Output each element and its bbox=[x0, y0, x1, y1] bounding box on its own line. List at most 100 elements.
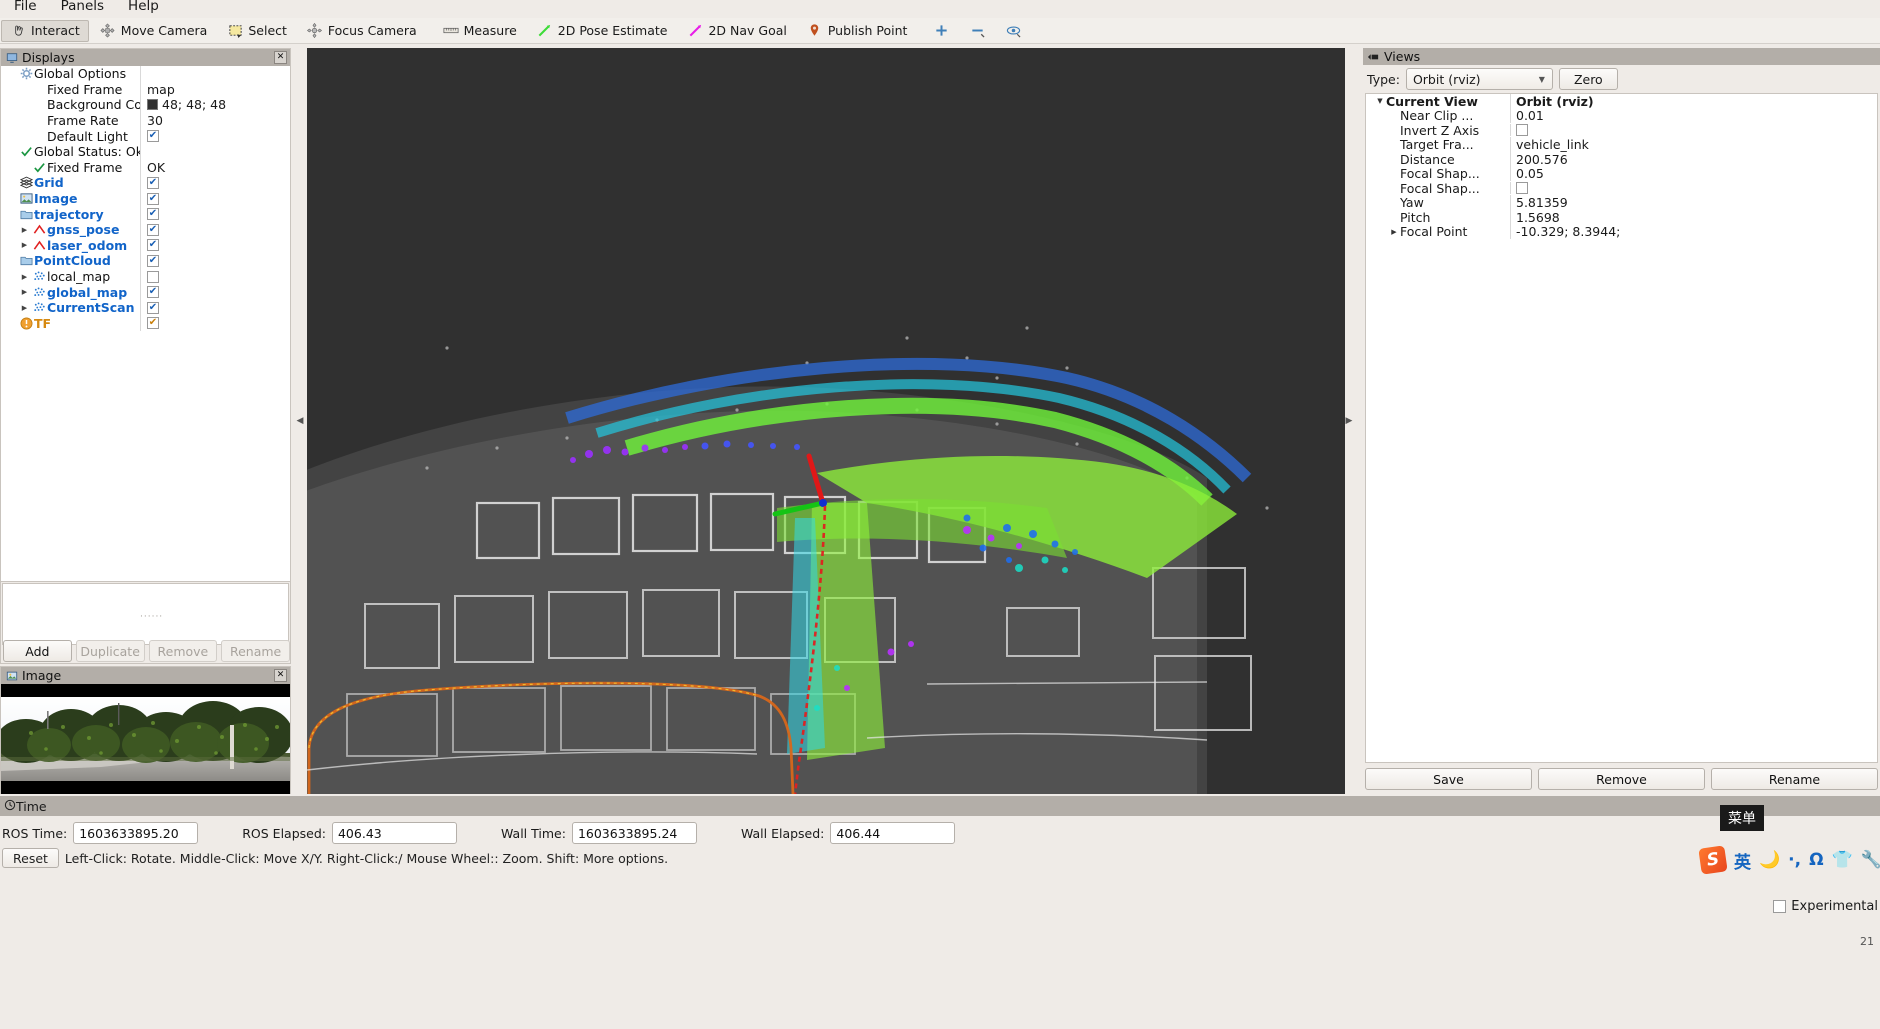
left-splitter-handle[interactable]: ◀ bbox=[296, 48, 304, 794]
display-row-frame-rate[interactable]: Frame Rate 30 bbox=[1, 112, 290, 129]
moon-icon[interactable]: 🌙 bbox=[1759, 850, 1780, 870]
expand-arrow-icon[interactable]: ▶ bbox=[18, 226, 31, 234]
tool-measure[interactable]: Measure bbox=[434, 20, 526, 42]
view-row-value[interactable]: 200.576 bbox=[1510, 151, 1877, 167]
menu-help[interactable]: Help bbox=[116, 0, 171, 17]
display-row-value[interactable]: 48; 48; 48 bbox=[140, 97, 290, 113]
close-icon[interactable]: ✕ bbox=[274, 51, 287, 64]
time-field-input[interactable]: 1603633895.20 bbox=[73, 822, 199, 844]
views-save-button[interactable]: Save bbox=[1365, 768, 1532, 790]
display-row-value[interactable]: ✔ bbox=[140, 253, 290, 269]
display-row-global-status-ok[interactable]: Global Status: Ok bbox=[1, 143, 290, 160]
ime-toolbar[interactable]: S 英 🌙 ·, Ω 👕 🔧 bbox=[1698, 845, 1880, 875]
display-row-local-map[interactable]: ▶ local_map bbox=[1, 268, 290, 285]
view-row-focal-point[interactable]: ▶ Focal Point -10.329; 8.3944; bbox=[1366, 224, 1877, 240]
display-row-trajectory[interactable]: trajectory ✔ bbox=[1, 206, 290, 222]
tool-remove-minus[interactable] bbox=[960, 20, 994, 42]
expand-arrow-icon[interactable]: ▶ bbox=[1388, 228, 1400, 236]
visibility-checkbox[interactable]: ✔ bbox=[147, 301, 159, 314]
display-row-value[interactable]: OK bbox=[140, 159, 290, 176]
display-row-value[interactable] bbox=[140, 268, 290, 285]
tool-select[interactable]: Select bbox=[218, 20, 296, 42]
display-row-pointcloud[interactable]: PointCloud ✔ bbox=[1, 253, 290, 269]
display-row-tf[interactable]: TF ✔ bbox=[1, 315, 290, 332]
expand-arrow-icon[interactable]: ▼ bbox=[1374, 97, 1386, 105]
tool-2d-nav-goal[interactable]: 2D Nav Goal bbox=[678, 20, 795, 42]
time-field-input[interactable]: 406.43 bbox=[331, 822, 457, 844]
tool-interact[interactable]: Interact bbox=[1, 19, 89, 42]
view-checkbox[interactable] bbox=[1516, 182, 1528, 195]
view-row-value[interactable] bbox=[1510, 182, 1877, 195]
view-row-focal-shap[interactable]: Focal Shap... bbox=[1366, 181, 1877, 196]
visibility-checkbox[interactable]: ✔ bbox=[147, 317, 159, 330]
view-row-near-clip[interactable]: Near Clip ... 0.01 bbox=[1366, 108, 1877, 124]
color-swatch[interactable] bbox=[147, 99, 158, 111]
view-checkbox[interactable] bbox=[1516, 124, 1528, 137]
view-type-select[interactable]: Orbit (rviz) ▼ bbox=[1405, 68, 1553, 90]
right-splitter-handle[interactable]: ▶ bbox=[1345, 48, 1353, 794]
views-rename-button[interactable]: Rename bbox=[1711, 768, 1878, 790]
close-icon[interactable]: ✕ bbox=[274, 669, 287, 682]
visibility-checkbox[interactable]: ✔ bbox=[147, 239, 159, 252]
tool-move-camera[interactable]: Move Camera bbox=[91, 20, 217, 42]
display-row-value[interactable]: ✔ bbox=[140, 284, 290, 300]
menu-panels[interactable]: Panels bbox=[49, 0, 116, 17]
displays-tree[interactable]: Global Options Fixed Frame map Background C… bbox=[1, 66, 290, 582]
zero-button[interactable]: Zero bbox=[1558, 68, 1618, 90]
expand-arrow-icon[interactable]: ▶ bbox=[18, 288, 31, 296]
add-button[interactable]: Add bbox=[3, 640, 72, 662]
display-row-fixed-frame[interactable]: Fixed Frame OK bbox=[1, 159, 290, 176]
view-row-value[interactable]: vehicle_link bbox=[1510, 137, 1877, 153]
shirt-icon[interactable]: 👕 bbox=[1832, 850, 1853, 870]
visibility-checkbox[interactable]: ✔ bbox=[147, 208, 159, 221]
tool-visibility-eye[interactable] bbox=[996, 20, 1030, 42]
display-row-value[interactable]: ✔ bbox=[140, 128, 290, 144]
view-row-current-view[interactable]: ▼ Current View Orbit (rviz) bbox=[1366, 94, 1877, 109]
display-row-value[interactable]: ✔ bbox=[140, 237, 290, 254]
view-row-value[interactable]: Orbit (rviz) bbox=[1510, 94, 1877, 109]
tool-2d-pose-estimate[interactable]: 2D Pose Estimate bbox=[528, 20, 677, 42]
wrench-icon[interactable]: 🔧 bbox=[1861, 850, 1880, 870]
display-row-value[interactable] bbox=[140, 143, 290, 160]
display-row-grid[interactable]: Grid ✔ bbox=[1, 175, 290, 191]
view-row-pitch[interactable]: Pitch 1.5698 bbox=[1366, 209, 1877, 225]
display-row-gnss-pose[interactable]: ▶ gnss_pose ✔ bbox=[1, 221, 290, 238]
view-row-target-fra[interactable]: Target Fra... vehicle_link bbox=[1366, 137, 1877, 153]
display-row-image[interactable]: Image ✔ bbox=[1, 190, 290, 207]
view-row-value[interactable] bbox=[1510, 124, 1877, 137]
expand-arrow-icon[interactable]: ▶ bbox=[18, 273, 31, 281]
visibility-checkbox[interactable]: ✔ bbox=[147, 176, 159, 189]
time-field-input[interactable]: 406.44 bbox=[830, 822, 956, 844]
visibility-checkbox[interactable]: ✔ bbox=[147, 254, 159, 267]
experimental-checkbox[interactable] bbox=[1773, 900, 1787, 913]
sogou-logo-icon[interactable]: S bbox=[1698, 845, 1728, 875]
expand-arrow-icon[interactable]: ▶ bbox=[18, 304, 31, 312]
tool-add-plus[interactable] bbox=[924, 20, 958, 42]
display-row-background-color[interactable]: Background Color 48; 48; 48 bbox=[1, 97, 290, 113]
display-row-value[interactable]: 30 bbox=[140, 112, 290, 129]
menu-file[interactable]: File bbox=[2, 0, 49, 17]
display-row-value[interactable]: ✔ bbox=[140, 206, 290, 222]
view-row-value[interactable]: -10.329; 8.3944; bbox=[1510, 224, 1877, 240]
visibility-checkbox[interactable]: ✔ bbox=[147, 286, 159, 299]
view-row-value[interactable]: 0.05 bbox=[1510, 166, 1877, 182]
visibility-checkbox[interactable] bbox=[147, 270, 159, 283]
display-row-value[interactable] bbox=[140, 66, 290, 82]
ime-lang-toggle[interactable]: 英 bbox=[1734, 848, 1751, 873]
visibility-checkbox[interactable]: ✔ bbox=[147, 130, 159, 143]
visibility-checkbox[interactable]: ✔ bbox=[147, 223, 159, 236]
duplicate-button[interactable]: Duplicate bbox=[75, 640, 145, 662]
display-row-laser-odom[interactable]: ▶ laser_odom ✔ bbox=[1, 237, 290, 254]
views-tree[interactable]: ▼ Current View Orbit (rviz) Near Clip ... 0.… bbox=[1365, 93, 1878, 763]
view-row-value[interactable]: 0.01 bbox=[1510, 108, 1877, 124]
time-field-input[interactable]: 1603633895.24 bbox=[571, 822, 697, 844]
display-row-value[interactable]: ✔ bbox=[140, 299, 290, 316]
3d-viewport[interactable] bbox=[307, 48, 1345, 794]
view-row-value[interactable]: 5.81359 bbox=[1510, 195, 1877, 211]
visibility-checkbox[interactable]: ✔ bbox=[147, 192, 159, 205]
view-row-distance[interactable]: Distance 200.576 bbox=[1366, 151, 1877, 167]
display-row-value[interactable]: ✔ bbox=[140, 315, 290, 332]
remove-button[interactable]: Remove bbox=[148, 640, 218, 662]
display-row-fixed-frame[interactable]: Fixed Frame map bbox=[1, 81, 290, 98]
omega-icon[interactable]: Ω bbox=[1809, 850, 1823, 870]
